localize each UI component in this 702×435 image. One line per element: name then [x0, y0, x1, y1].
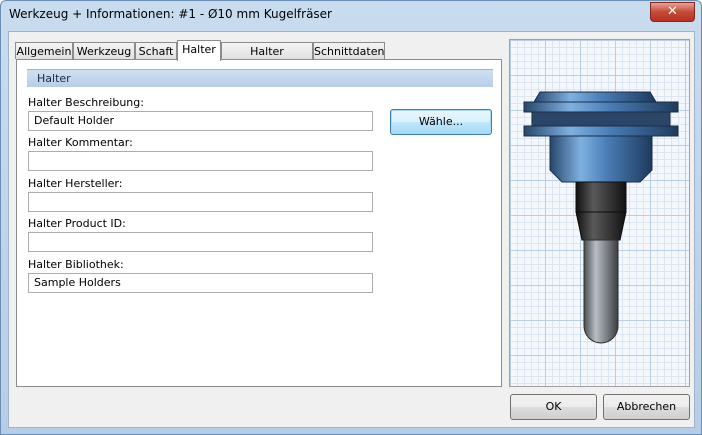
product-id-field[interactable] [28, 232, 373, 252]
holder-tool-illustration [523, 91, 679, 344]
holder-flange-ring [523, 101, 679, 113]
tab-schnittdaten[interactable]: Schnittdaten [313, 42, 385, 59]
holder-flange-top [533, 91, 657, 103]
beschreibung-field[interactable]: Default Holder [28, 111, 373, 131]
dialog-window: Werkzeug + Informationen: #1 - Ø10 mm Ku… [0, 0, 702, 435]
ball-mill-cutter [583, 239, 619, 344]
tool-preview [509, 39, 690, 387]
close-icon: ✕ [667, 4, 678, 19]
cancel-button[interactable]: Abbrechen [603, 394, 690, 420]
tab-halter-geometrie[interactable]: Halter Geometrie [221, 42, 313, 75]
holder-flange-bottom [523, 125, 679, 137]
window-title: Werkzeug + Informationen: #1 - Ø10 mm Ku… [9, 7, 332, 21]
bibliothek-field[interactable]: Sample Holders [28, 273, 373, 293]
ok-button[interactable]: OK [510, 394, 597, 420]
holder-body [549, 135, 653, 183]
tab-panel-halter: Halter Halter Beschreibung: Default Hold… [16, 59, 502, 387]
section-title: Halter [37, 72, 71, 85]
section-header: Halter [27, 69, 493, 87]
choose-holder-button[interactable]: Wähle... [390, 109, 492, 135]
title-bar[interactable]: Werkzeug + Informationen: #1 - Ø10 mm Ku… [1, 1, 701, 29]
tab-schaft[interactable]: Schaft [135, 42, 177, 59]
tab-allgemein[interactable]: Allgemein [15, 42, 73, 59]
dialog-client: Allgemein Werkzeug Schaft Halter Halter … [8, 31, 695, 428]
tool-neck [575, 211, 627, 241]
holder-groove [531, 111, 671, 127]
product-id-label: Halter Product ID: [28, 217, 126, 230]
tool-shank [575, 181, 627, 213]
tab-halter[interactable]: Halter [177, 40, 221, 61]
bibliothek-label: Halter Bibliothek: [28, 258, 124, 271]
kommentar-label: Halter Kommentar: [28, 136, 133, 149]
hersteller-field[interactable] [28, 192, 373, 212]
close-button[interactable]: ✕ [650, 2, 695, 22]
kommentar-field[interactable] [28, 151, 373, 171]
hersteller-label: Halter Hersteller: [28, 177, 123, 190]
beschreibung-label: Halter Beschreibung: [28, 96, 144, 109]
tab-werkzeug[interactable]: Werkzeug [73, 42, 135, 59]
